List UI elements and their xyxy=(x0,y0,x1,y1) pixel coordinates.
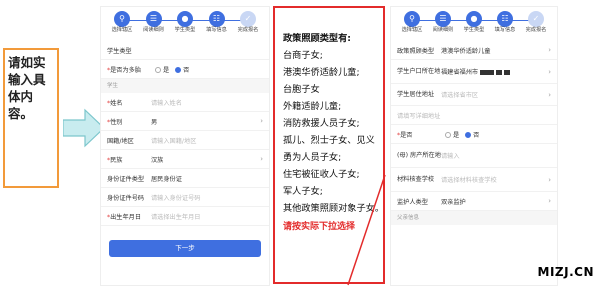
policy-item: 台胞子女 xyxy=(283,84,320,95)
watermark: MIZJ.CN xyxy=(537,265,594,279)
person-icon: ● xyxy=(466,11,482,27)
verify-school-select[interactable]: 材料核查学校 请选择材料核查学校 › xyxy=(391,168,557,192)
note-line: 体内容。 xyxy=(8,89,34,121)
registration-form-info: ⚲ 选择辖区 ☰ 阅读细则 ● 学生类型 ☷ 填写信息 ✓ 完成报名 政策照顾类… xyxy=(390,6,558,286)
registration-form-student: ⚲ 选择辖区 ☰ 阅读细则 ● 学生类型 ☷ 填写信息 ✓ 完成报名 学生类型 … xyxy=(100,6,270,286)
radio-yes[interactable] xyxy=(155,66,161,73)
location-pin-icon: ⚲ xyxy=(404,11,420,27)
check-icon: ✓ xyxy=(240,11,256,27)
form-icon: ☷ xyxy=(208,11,225,27)
section-header: 学生 xyxy=(101,79,269,93)
check-icon: ✓ xyxy=(528,11,544,27)
chevron-right-icon: › xyxy=(548,90,551,99)
policy-type-select[interactable]: 政策照顾类型 港澳华侨适龄儿童 › xyxy=(391,41,557,60)
detail-address-field[interactable]: 请填写详细地址 xyxy=(391,106,557,125)
property-location-field[interactable]: (母) 房产所在地 请输入 xyxy=(391,144,557,168)
multi-child-row: *是否为多胎 是 否 xyxy=(101,60,269,79)
name-field[interactable]: *姓名 请输入姓名 xyxy=(101,93,269,112)
chevron-right-icon: › xyxy=(548,67,551,76)
step-complete: ✓ 完成报名 xyxy=(235,11,261,38)
radio-no[interactable] xyxy=(175,66,182,73)
chevron-right-icon: › xyxy=(548,46,551,54)
chevron-right-icon: › xyxy=(548,197,551,205)
progress-steps: ⚲ 选择辖区 ☰ 阅读细则 ● 学生类型 ☷ 填写信息 ✓ 完成报名 xyxy=(101,7,269,41)
property-radio-row: *是否 是 否 xyxy=(391,125,557,144)
residence-address-select[interactable]: 学生居住地址 请选择省市区 › xyxy=(391,84,557,106)
progress-steps: ⚲ 选择辖区 ☰ 阅读细则 ● 学生类型 ☷ 填写信息 ✓ 完成报名 xyxy=(391,7,557,41)
chevron-right-icon: › xyxy=(548,175,551,184)
policy-item: 外籍适龄儿童; xyxy=(283,101,342,112)
step-student-type: ● 学生类型 xyxy=(172,11,198,38)
right-arrow-icon xyxy=(63,108,105,148)
chevron-right-icon: › xyxy=(260,155,263,163)
form-icon: ☷ xyxy=(497,11,513,27)
id-number-field[interactable]: 身份证件号码 请输入身份证号码 xyxy=(101,188,269,207)
connector-line xyxy=(347,174,386,286)
ethnicity-select[interactable]: *民族 汉族 › xyxy=(101,150,269,169)
nationality-field[interactable]: 国籍/地区 请输入国籍/地区 xyxy=(101,131,269,150)
radio-no[interactable] xyxy=(465,131,472,138)
policy-item: 港澳华侨适龄儿童; xyxy=(283,67,360,78)
document-icon: ☰ xyxy=(145,11,162,27)
location-pin-icon: ⚲ xyxy=(114,11,130,27)
policy-title: 政策照顾类型有: xyxy=(283,33,351,44)
policy-item: 孤儿、烈士子女、见义 xyxy=(283,135,375,146)
policy-item: 台商子女; xyxy=(283,50,323,61)
chevron-right-icon: › xyxy=(260,117,263,125)
student-type-row[interactable]: 学生类型 xyxy=(101,41,269,60)
step-select-district: ⚲ 选择辖区 xyxy=(109,11,135,38)
next-step-button[interactable]: 下一步 xyxy=(109,240,261,257)
policy-item: 消防救援人员子女; xyxy=(283,118,360,129)
guardian-type-select[interactable]: 监护人类型 双亲监护 › xyxy=(391,192,557,211)
step-read-rules: ☰ 阅读细则 xyxy=(141,11,167,38)
note-line: 请如实 xyxy=(8,55,46,70)
instruction-note: 请如实 输入具 体内容。 xyxy=(3,48,59,188)
gender-select[interactable]: *性别 男 › xyxy=(101,112,269,131)
hukou-location-select[interactable]: 学生户口所在地 福建省福州市 › xyxy=(391,60,557,84)
redacted-block xyxy=(504,69,511,75)
document-icon: ☰ xyxy=(435,11,451,27)
note-line: 输入具 xyxy=(8,72,46,87)
id-type-select[interactable]: 身份证件类型 居民身份证 xyxy=(101,169,269,188)
redacted-block xyxy=(480,69,495,75)
step-complete: ✓ 完成报名 xyxy=(523,11,549,38)
redacted-block xyxy=(496,69,503,75)
birthdate-field[interactable]: *出生年月日 请选择出生年月日 xyxy=(101,207,269,226)
section-header: 父亲信息 xyxy=(391,211,557,225)
person-icon: ● xyxy=(177,11,193,27)
step-fill-info: ☷ 填写信息 xyxy=(204,11,230,38)
radio-yes[interactable] xyxy=(445,131,451,138)
